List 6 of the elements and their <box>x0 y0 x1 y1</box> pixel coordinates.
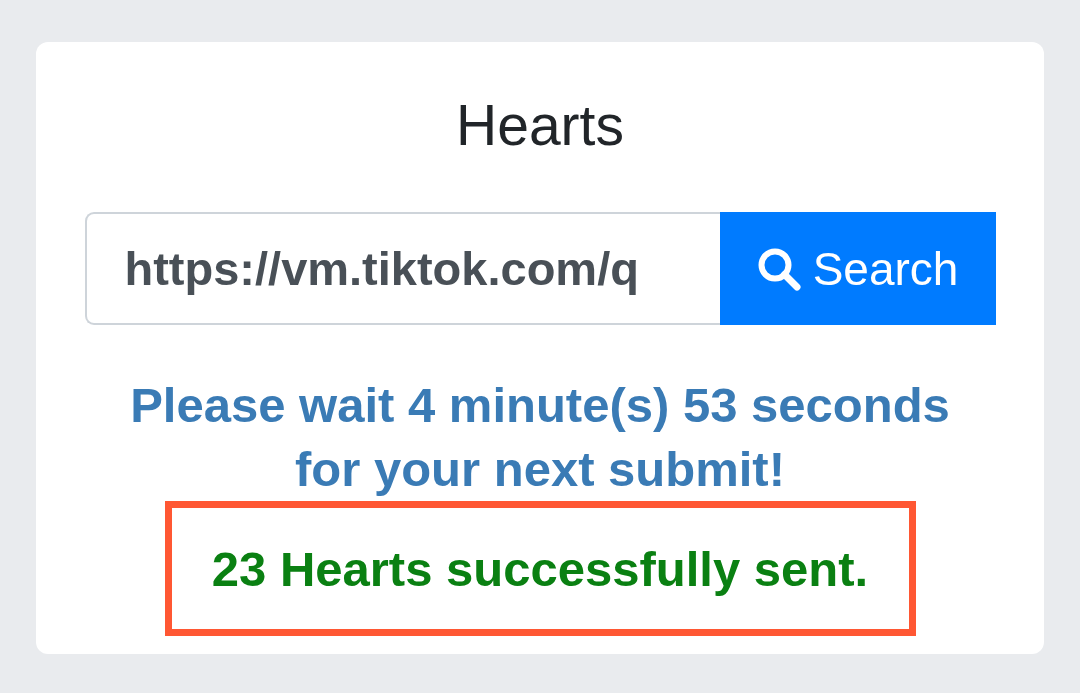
search-icon <box>756 246 801 291</box>
url-field[interactable]: https://vm.tiktok.com/q <box>84 212 720 325</box>
success-message: 23 Hearts successfully sent. <box>211 540 869 597</box>
card-title: Hearts <box>456 92 624 159</box>
search-button[interactable]: Search <box>719 212 996 325</box>
wait-message: Please wait 4 minute(s) 53 seconds for your next submit! <box>129 377 951 498</box>
